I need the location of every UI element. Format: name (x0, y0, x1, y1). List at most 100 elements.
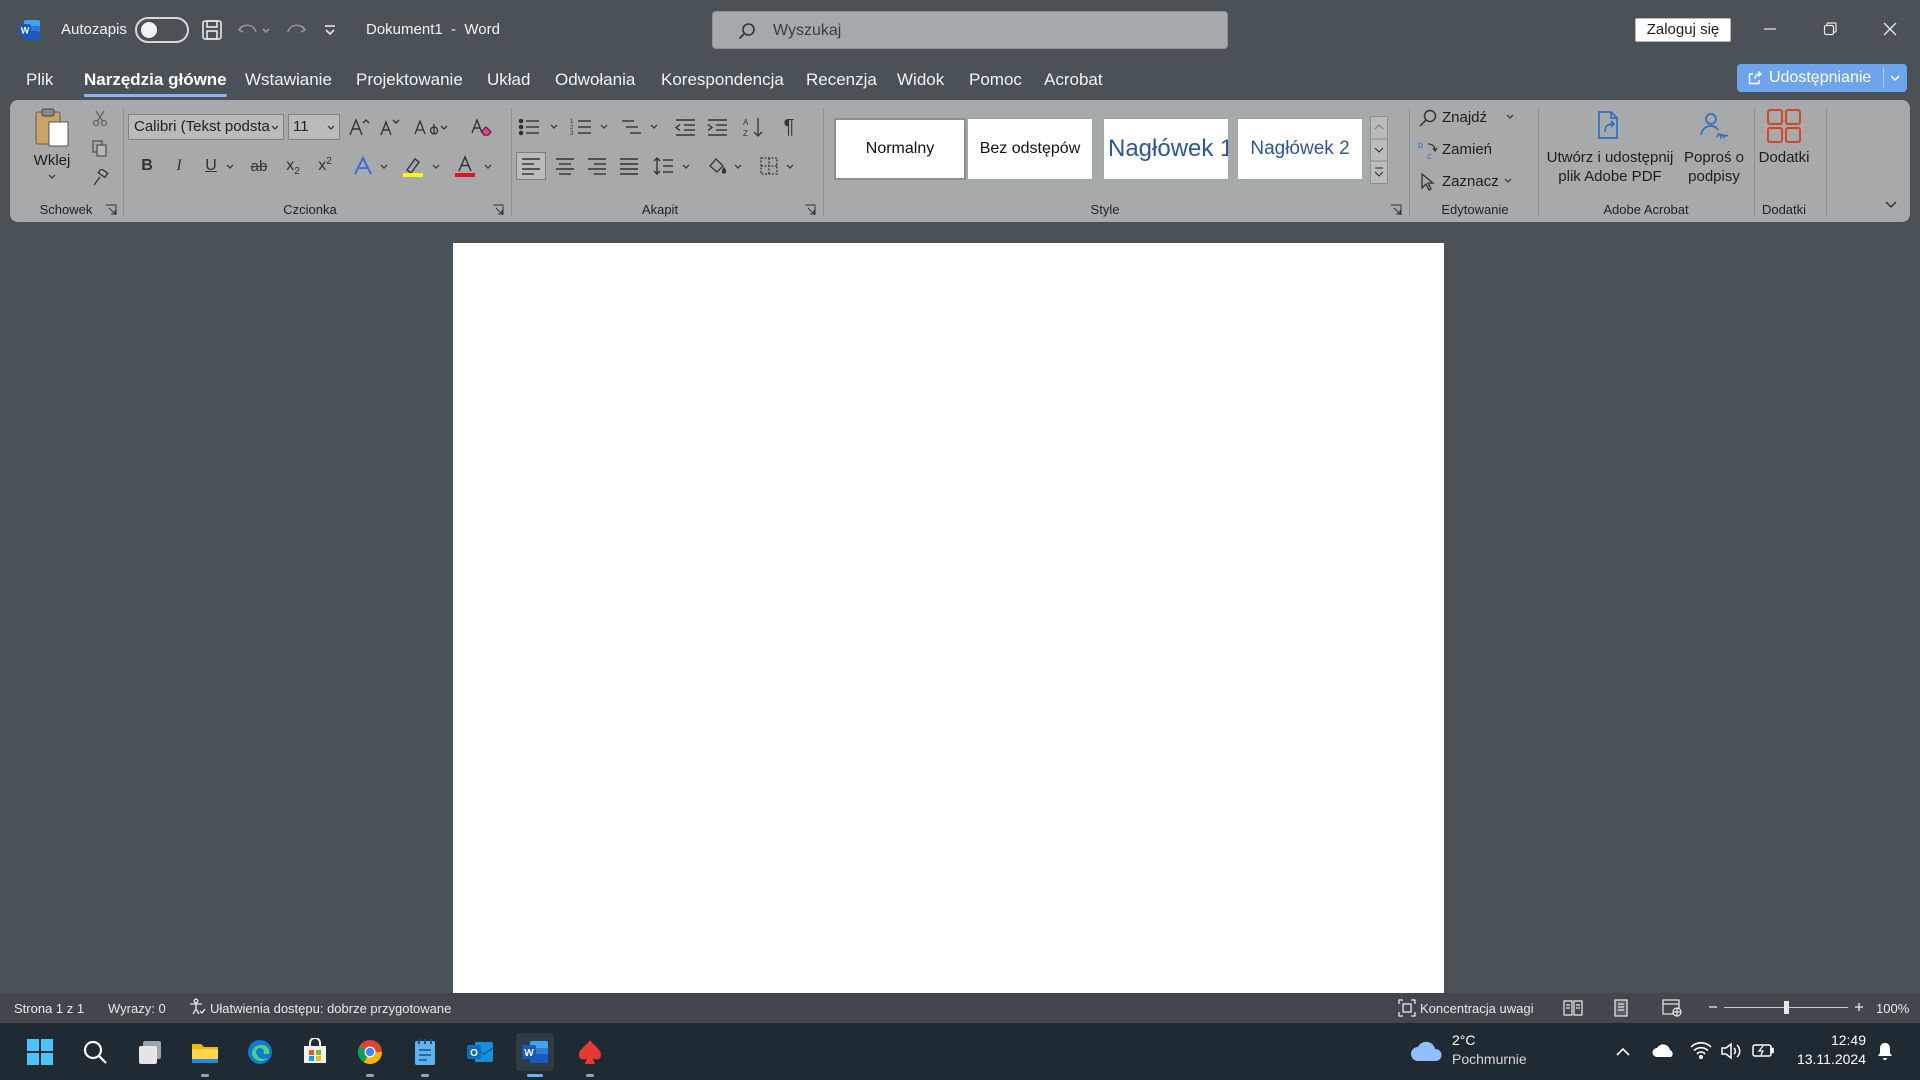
notification-bell-icon[interactable] (1876, 1041, 1896, 1061)
underline-dropdown-icon[interactable] (226, 164, 234, 170)
sort-icon[interactable]: AZ (740, 114, 766, 140)
styles-gallery-scroll[interactable] (1370, 116, 1388, 184)
highlight-dropdown-icon[interactable] (432, 164, 440, 170)
windows-start-icon[interactable] (21, 1033, 59, 1071)
numbering-icon[interactable]: 123 (568, 114, 594, 140)
styles-launcher-icon[interactable] (1390, 204, 1402, 216)
paste-icon[interactable] (32, 106, 72, 150)
focus-mode-icon[interactable] (1398, 999, 1416, 1017)
font-color-dropdown-icon[interactable] (484, 164, 492, 170)
copy-icon[interactable] (90, 138, 110, 158)
web-layout-icon[interactable] (1662, 999, 1682, 1017)
tab-view[interactable]: Widok (897, 70, 944, 90)
shading-icon[interactable] (702, 152, 732, 180)
search-icon[interactable] (76, 1033, 114, 1071)
page-count[interactable]: Strona 1 z 1 (14, 1001, 84, 1016)
cut-icon[interactable] (90, 108, 110, 128)
cloud-weather-icon[interactable] (1410, 1039, 1444, 1065)
document-page[interactable] (453, 243, 1444, 993)
create-pdf-label[interactable]: Utwórz i udostępnij plik Adobe PDF (1540, 148, 1680, 186)
superscript-icon[interactable]: x2 (312, 154, 338, 178)
tab-mailings[interactable]: Korespondencja (661, 70, 784, 90)
accessibility-status[interactable]: Ułatwienia dostępu: dobrze przygotowane (210, 1001, 451, 1016)
font-size-field[interactable]: 11 (288, 114, 340, 140)
tab-references[interactable]: Odwołania (555, 70, 635, 90)
bullets-icon[interactable] (516, 114, 542, 140)
minimize-icon[interactable] (1755, 14, 1785, 44)
zoom-slider[interactable] (1724, 1001, 1848, 1014)
paragraph-launcher-icon[interactable] (804, 204, 816, 216)
find-icon[interactable] (1416, 106, 1440, 130)
weather-description[interactable]: Pochmurnie (1452, 1051, 1527, 1067)
word-count[interactable]: Wyrazy: 0 (108, 1001, 166, 1016)
style-heading-1[interactable]: Nagłówek 1 (1103, 118, 1229, 180)
replace-label[interactable]: Zamień (1442, 141, 1492, 158)
share-button[interactable]: Udostępnianie (1737, 64, 1907, 92)
justify-icon[interactable] (614, 152, 644, 180)
increase-indent-icon[interactable] (704, 114, 730, 140)
zoom-in-icon[interactable] (1852, 1000, 1866, 1014)
read-mode-icon[interactable] (1563, 999, 1583, 1017)
bold-icon[interactable]: B (136, 154, 158, 178)
select-cursor-icon[interactable] (1416, 170, 1440, 194)
close-icon[interactable] (1875, 14, 1905, 44)
zoom-out-icon[interactable] (1706, 1000, 1720, 1014)
customize-toolbar-icon[interactable] (320, 20, 340, 40)
decrease-indent-icon[interactable] (672, 114, 698, 140)
line-spacing-dropdown-icon[interactable] (682, 164, 690, 170)
align-center-icon[interactable] (550, 152, 580, 180)
tab-insert[interactable]: Wstawianie (245, 70, 332, 90)
outlook-icon[interactable]: O (461, 1033, 499, 1071)
tab-layout[interactable]: Układ (487, 70, 530, 90)
paste-label[interactable]: Wklej (30, 152, 74, 169)
tab-home[interactable]: Narzędzia główne (84, 70, 227, 97)
strikethrough-icon[interactable]: ab (246, 154, 272, 178)
show-hidden-icons-chevron[interactable] (1614, 1043, 1632, 1061)
task-view-icon[interactable] (131, 1033, 169, 1071)
tab-acrobat[interactable]: Acrobat (1044, 70, 1103, 90)
bullets-dropdown-icon[interactable] (550, 124, 558, 130)
collapse-ribbon-icon[interactable] (1882, 196, 1900, 214)
grow-font-icon[interactable] (346, 114, 372, 140)
highlight-icon[interactable] (398, 152, 428, 180)
clock-time[interactable]: 12:49 (1794, 1032, 1866, 1048)
volume-icon[interactable] (1720, 1041, 1742, 1061)
show-formatting-icon[interactable]: ¶ (776, 114, 802, 140)
align-right-icon[interactable] (582, 152, 612, 180)
wifi-icon[interactable] (1690, 1041, 1712, 1061)
onedrive-icon[interactable] (1652, 1042, 1676, 1060)
word-app-icon[interactable]: W (18, 18, 42, 42)
save-icon[interactable] (200, 18, 224, 42)
subscript-icon[interactable]: x2 (280, 154, 306, 178)
clear-formatting-icon[interactable] (468, 114, 494, 140)
search-input[interactable] (773, 20, 1193, 42)
zoom-level[interactable]: 100% (1876, 1001, 1909, 1016)
select-label[interactable]: Zaznacz (1442, 173, 1499, 190)
paste-dropdown-icon[interactable] (48, 174, 56, 180)
borders-icon[interactable] (754, 152, 784, 180)
change-case-icon[interactable] (412, 114, 452, 140)
battery-charging-icon[interactable] (1752, 1041, 1774, 1061)
weather-temperature[interactable]: 2°C (1452, 1032, 1476, 1048)
align-left-icon[interactable] (516, 152, 546, 180)
addins-label[interactable]: Dodatki (1754, 148, 1814, 167)
solitaire-icon[interactable] (571, 1033, 609, 1077)
search-box[interactable] (712, 11, 1228, 49)
tab-review[interactable]: Recenzja (806, 70, 877, 90)
underline-icon[interactable]: U (200, 154, 222, 178)
format-painter-icon[interactable] (90, 168, 110, 188)
text-effects-dropdown-icon[interactable] (380, 164, 388, 170)
print-layout-icon[interactable] (1612, 999, 1630, 1017)
numbering-dropdown-icon[interactable] (600, 124, 608, 130)
italic-icon[interactable]: I (168, 154, 190, 178)
clipboard-launcher-icon[interactable] (105, 204, 117, 216)
clock-date[interactable]: 13.11.2024 (1784, 1051, 1866, 1067)
redo-icon[interactable] (284, 18, 308, 42)
create-pdf-icon[interactable] (1592, 108, 1626, 144)
file-explorer-icon[interactable] (186, 1033, 224, 1077)
autosave-toggle[interactable] (135, 17, 189, 43)
multilevel-dropdown-icon[interactable] (650, 124, 658, 130)
chrome-browser-icon[interactable] (351, 1033, 389, 1077)
line-spacing-icon[interactable] (648, 152, 678, 180)
tab-design[interactable]: Projektowanie (356, 70, 463, 90)
